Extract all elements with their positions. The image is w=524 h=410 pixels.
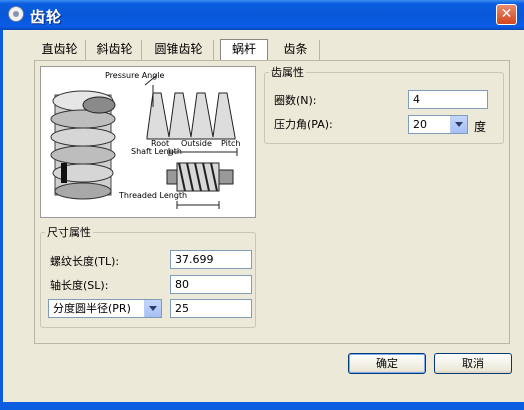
worm-diagram: Pressure Angle Root Outside Pitch Shaft … — [40, 66, 256, 218]
threaded-length-label: Threaded Length — [118, 191, 187, 200]
tab-rack[interactable]: 齿条 — [272, 40, 320, 60]
worm-gear-illustration — [50, 90, 116, 200]
gear-properties-legend: 齿属性 — [271, 66, 304, 79]
tab-helical-gear[interactable]: 斜齿轮 — [88, 40, 142, 60]
pressure-label: Pressure Angle — [105, 71, 165, 80]
pressure-angle-value: 20 — [413, 118, 427, 131]
gear-app-icon — [8, 6, 24, 22]
window-frame-left — [0, 30, 3, 402]
pressure-angle-label: 压力角(PA): — [274, 118, 333, 131]
outside-label: Outside — [181, 139, 212, 148]
tab-spur-gear[interactable]: 直齿轮 — [34, 40, 86, 60]
pressure-angle-unit: 度 — [474, 120, 487, 134]
close-button[interactable]: ✕ — [496, 4, 517, 25]
pitch-radius-select[interactable]: 分度圆半径(PR) — [48, 299, 162, 318]
teeth-count-label: 圈数(N): — [274, 94, 317, 107]
pressure-angle-select[interactable]: 20 — [408, 115, 468, 134]
teeth-count-input[interactable]: 4 — [408, 90, 488, 109]
thread-length-input[interactable]: 37.699 — [170, 250, 252, 269]
window-title: 齿轮 — [30, 8, 63, 26]
cancel-button[interactable]: 取消 — [434, 353, 512, 374]
threaded-worm — [166, 162, 234, 192]
pitch-radius-input[interactable]: 25 — [170, 299, 252, 318]
shaft-length-input[interactable]: 80 — [170, 275, 252, 294]
tab-bevel-gear[interactable]: 圆锥齿轮 — [144, 40, 214, 60]
window-frame-bottom — [0, 402, 524, 410]
shaft-length-label: 轴长度(SL): — [50, 279, 109, 292]
tab-worm[interactable]: 蜗杆 — [220, 39, 268, 61]
tooth-profile — [144, 74, 236, 140]
chevron-down-icon[interactable] — [450, 116, 467, 133]
title-bar: 齿轮 ✕ — [0, 0, 524, 30]
chevron-down-icon[interactable] — [144, 300, 161, 317]
size-properties-legend: 尺寸属性 — [47, 226, 91, 239]
ok-button[interactable]: 确定 — [348, 353, 426, 374]
thread-length-label: 螺纹长度(TL): — [50, 255, 120, 268]
pitch-label: Pitch — [221, 139, 240, 148]
pitch-radius-select-label: 分度圆半径(PR) — [53, 302, 131, 315]
worm-diagram-svg: Pressure Angle Root Outside Pitch Shaft … — [50, 71, 240, 209]
